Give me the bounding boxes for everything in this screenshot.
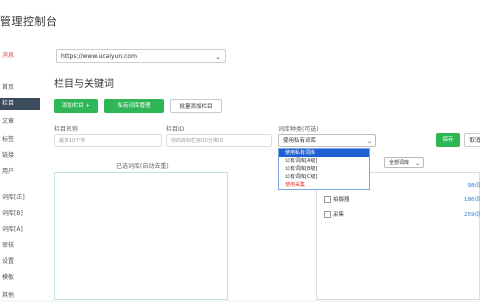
sidebar-item-links[interactable]: 链接 xyxy=(0,150,40,162)
dropdown-option-public-a[interactable]: 公有词库[A级] xyxy=(279,157,369,165)
sidebar-item-lib-b[interactable]: 词库[B] xyxy=(0,208,40,220)
chevron-down-icon: ⌄ xyxy=(366,138,372,145)
sidebar-item-lib-a[interactable]: 词库[A] xyxy=(0,224,40,236)
main-content: https://www.ucaiyun.com ⌄ 栏目与关键词 添加栏目 + … xyxy=(40,44,480,300)
batch-add-button[interactable]: 批量添加栏目 xyxy=(170,99,222,113)
library-count: 186词 xyxy=(464,197,480,203)
column-id-input[interactable]: 你的目标栏目ID/分类ID xyxy=(166,134,272,147)
sidebar-item-home[interactable]: 首页 xyxy=(0,82,40,94)
selected-library-caption: 已选词库(自动去重) xyxy=(116,163,169,170)
add-column-button[interactable]: 添加栏目 + xyxy=(54,99,98,113)
private-library-button[interactable]: 私有词库管理 xyxy=(104,99,164,113)
list-item[interactable]: 拍摄器 xyxy=(324,195,350,203)
sidebar: 消息 首页 栏目 文章 标签 链接 用户 词库[正] 词库[B] 词库[A] 审… xyxy=(0,44,41,300)
checkbox[interactable] xyxy=(324,196,331,203)
sidebar-item-review[interactable]: 审核 xyxy=(0,240,40,252)
library-type-select[interactable]: 使用私有词库 ⌄ xyxy=(278,134,376,147)
dropdown-option-public-b[interactable]: 公有词库[B级] xyxy=(279,165,369,173)
library-count: 259词 xyxy=(464,212,480,218)
checkbox[interactable] xyxy=(324,211,331,218)
sidebar-item-lib-main[interactable]: 词库[正] xyxy=(0,192,40,204)
selected-library-panel[interactable] xyxy=(54,172,228,300)
sidebar-item-columns[interactable]: 栏目 xyxy=(0,98,40,110)
page-title: 栏目与关键词 xyxy=(54,79,114,90)
sidebar-item-users[interactable]: 用户 xyxy=(0,166,40,178)
app-title: 管理控制台 xyxy=(0,15,58,28)
save-button[interactable]: 保存 xyxy=(436,133,460,147)
chevron-down-icon: ⌄ xyxy=(414,160,420,167)
top-bar: 管理控制台 xyxy=(0,0,480,45)
sidebar-item-messages[interactable]: 消息 xyxy=(0,50,40,62)
library-list-panel xyxy=(316,172,480,300)
sidebar-item-articles[interactable]: 文章 xyxy=(0,116,40,128)
sidebar-item-other[interactable]: 其他 xyxy=(0,290,40,302)
column-name-label: 栏目名称 xyxy=(54,126,79,133)
cancel-button[interactable]: 取消 xyxy=(464,133,480,147)
column-name-input[interactable]: 最多10个字 xyxy=(54,134,162,147)
library-filter-select[interactable]: 全部词库 ⌄ xyxy=(384,157,424,168)
library-type-label: 词库种类(可选) xyxy=(278,126,319,133)
library-type-dropdown: 使用私有词库 公有词库[A级] 公有词库[B级] 公有词库[C级] 使用采集 xyxy=(278,148,370,190)
site-select[interactable]: https://www.ucaiyun.com ⌄ xyxy=(56,49,226,63)
list-item[interactable]: 采集 xyxy=(324,210,344,218)
site-select-value: https://www.ucaiyun.com xyxy=(61,53,137,60)
dropdown-option-public-c[interactable]: 公有词库[C级] xyxy=(279,173,369,181)
sidebar-item-templates[interactable]: 模板 xyxy=(0,272,40,284)
column-id-label: 栏目ID xyxy=(166,126,185,133)
chevron-down-icon: ⌄ xyxy=(215,53,221,61)
sidebar-item-settings[interactable]: 设置 xyxy=(0,256,40,268)
sidebar-item-tags[interactable]: 标签 xyxy=(0,134,40,146)
library-count: 98词 xyxy=(467,183,480,189)
dropdown-option-private[interactable]: 使用私有词库 xyxy=(279,149,369,157)
dropdown-option-collect[interactable]: 使用采集 xyxy=(279,181,369,189)
